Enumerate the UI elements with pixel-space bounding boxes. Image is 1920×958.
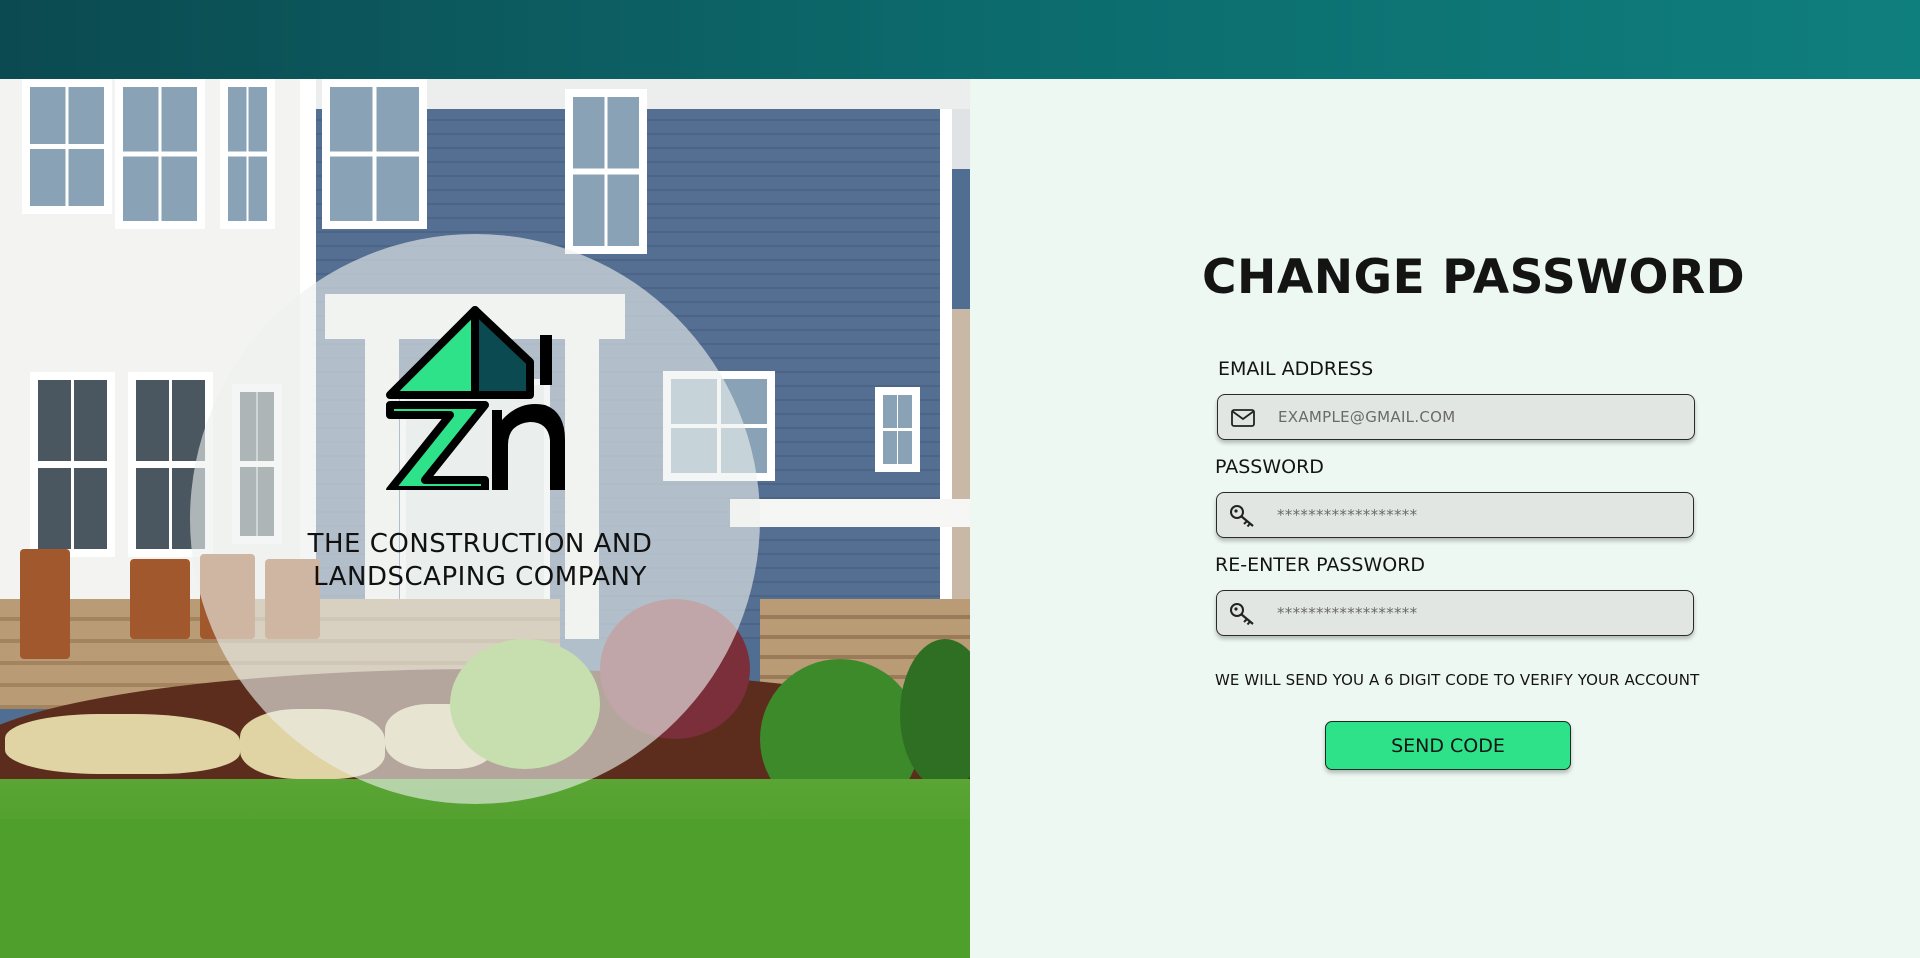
key-icon	[1230, 603, 1254, 626]
company-name: THE CONSTRUCTION AND LANDSCAPING COMPANY	[250, 528, 710, 594]
hero-house-image	[0, 79, 970, 958]
company-logo	[386, 306, 565, 490]
reenter-password-label: RE-ENTER PASSWORD	[1215, 554, 1426, 576]
reenter-password-field-box	[1216, 590, 1694, 636]
password-label: PASSWORD	[1215, 456, 1324, 478]
verification-note: WE WILL SEND YOU A 6 DIGIT CODE TO VERIF…	[1215, 671, 1700, 689]
email-label: EMAIL ADDRESS	[1218, 358, 1374, 380]
password-field-box	[1216, 492, 1694, 538]
key-icon	[1230, 505, 1254, 528]
email-input[interactable]	[1278, 395, 1678, 439]
top-header-bar	[0, 0, 1920, 79]
mail-icon	[1231, 409, 1255, 427]
password-input[interactable]	[1277, 493, 1677, 537]
page-title: CHANGE PASSWORD	[1202, 250, 1746, 305]
send-code-button[interactable]: SEND CODE	[1325, 721, 1571, 770]
email-field-box	[1217, 394, 1695, 440]
reenter-password-input[interactable]	[1277, 591, 1677, 635]
company-name-line2: LANDSCAPING COMPANY	[313, 562, 647, 592]
company-name-line1: THE CONSTRUCTION AND	[307, 529, 653, 559]
